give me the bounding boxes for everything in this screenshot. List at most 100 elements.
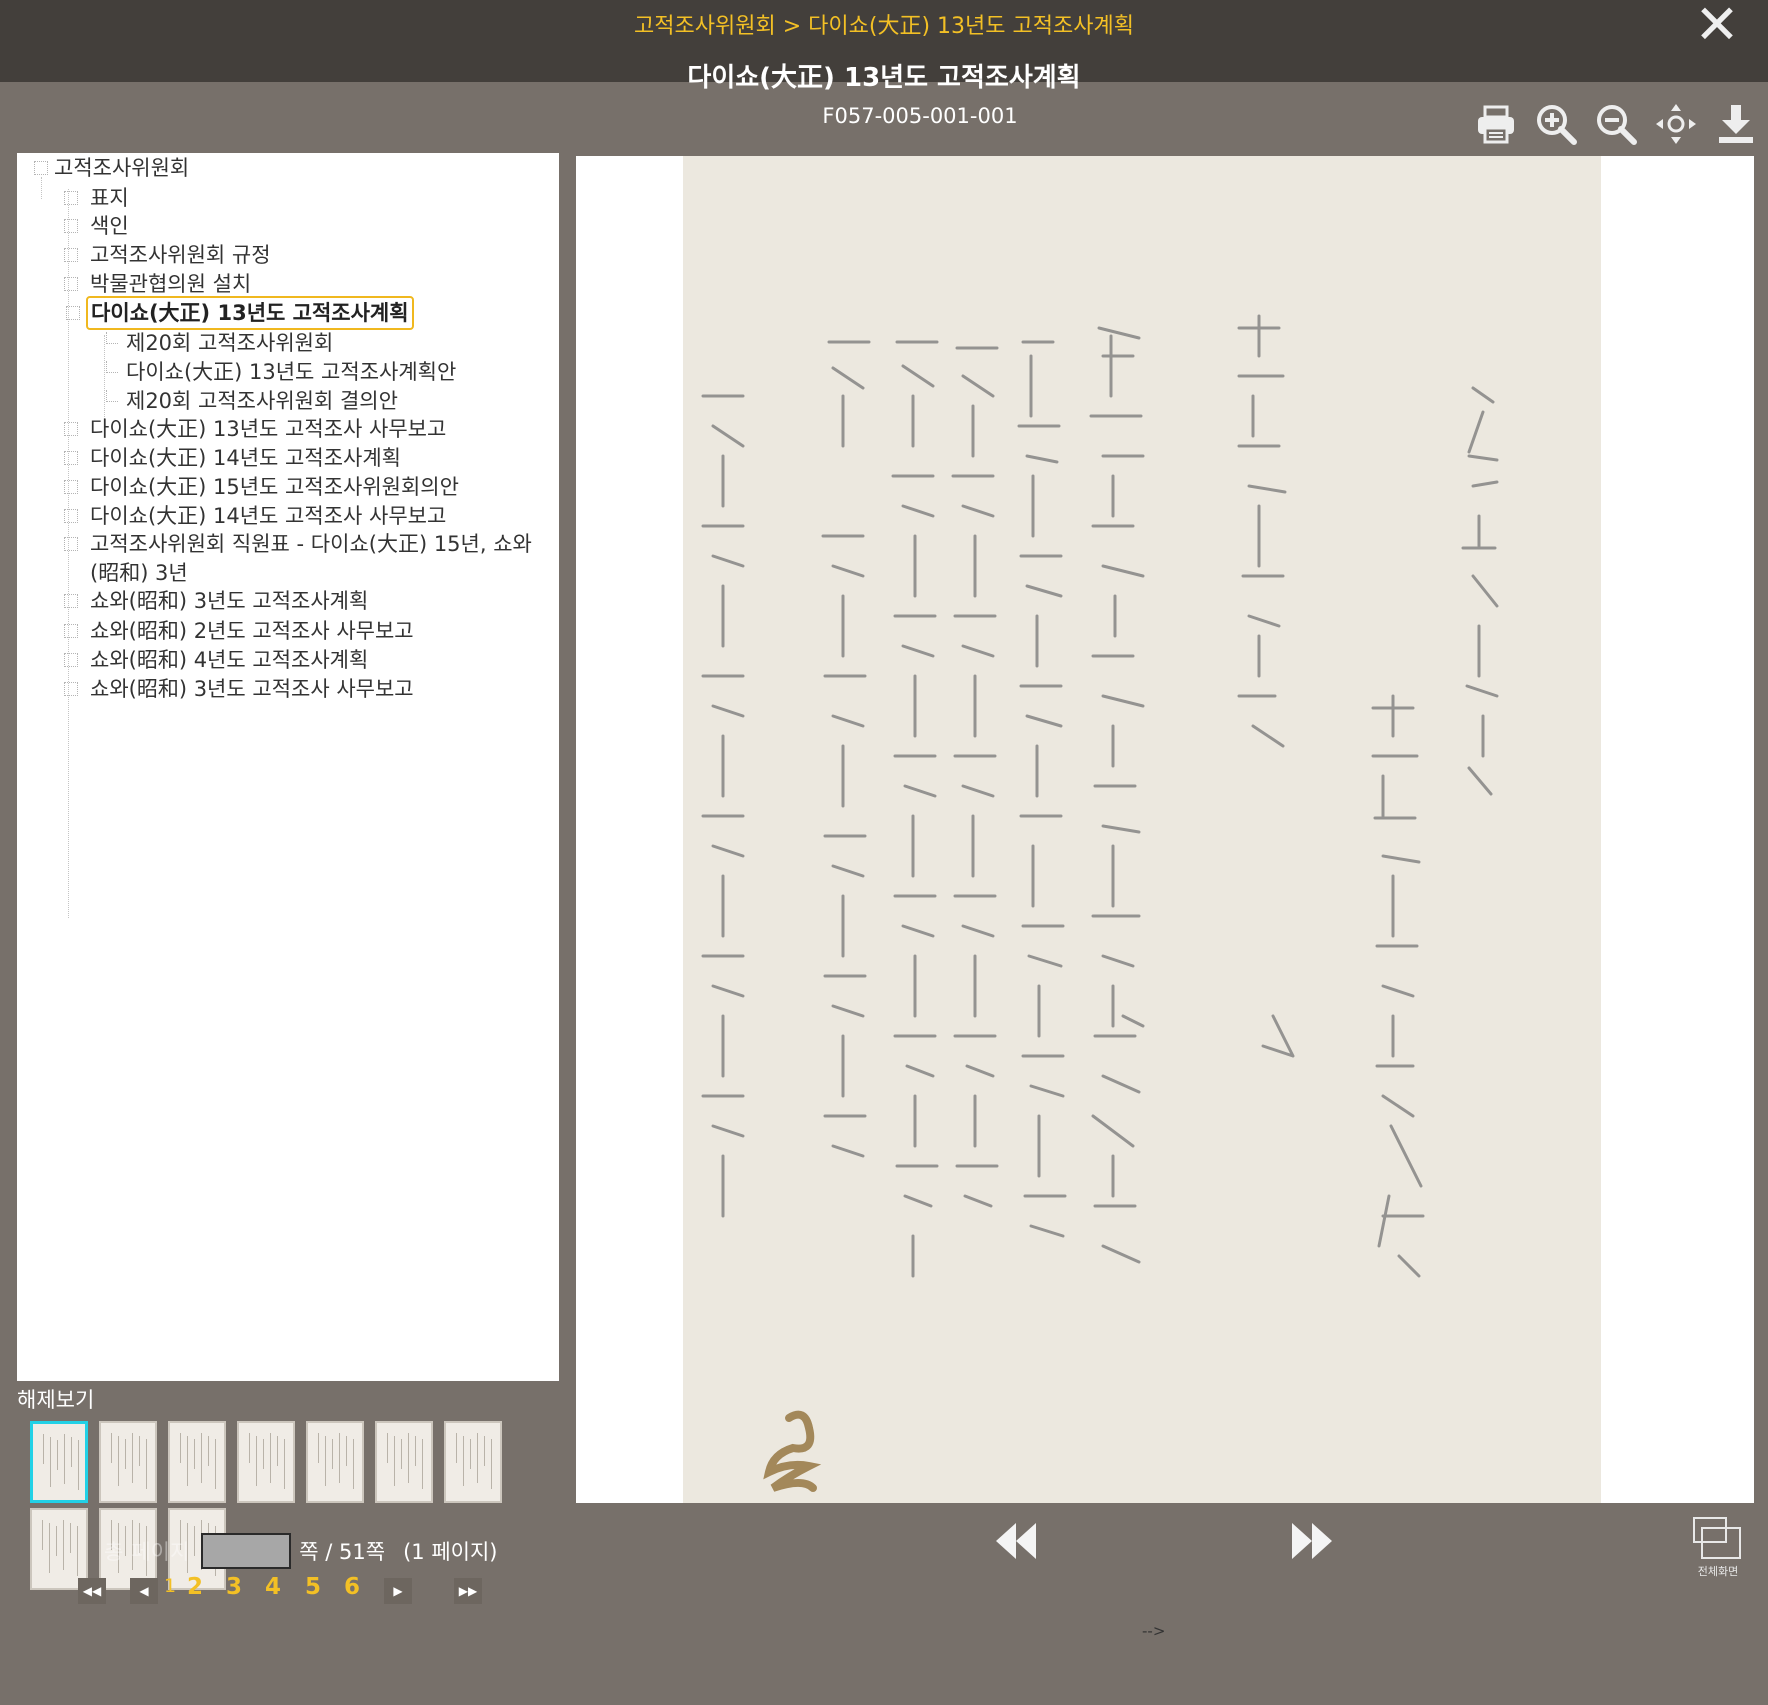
tree-item[interactable]: 쇼와(昭和) 3년도 고적조사계획 <box>64 586 368 616</box>
page-link-5[interactable]: 5 <box>305 1574 321 1600</box>
page-link-2[interactable]: 2 <box>187 1574 203 1600</box>
page-thumbnail[interactable] <box>30 1421 88 1503</box>
thumbnail-text-line <box>277 1436 278 1466</box>
page-current[interactable]: 1 <box>164 1575 176 1597</box>
tree-item[interactable]: 표지 <box>64 183 129 213</box>
tree-child-item[interactable]: 다이쇼(大正) 13년도 고적조사계획안 <box>106 357 456 387</box>
document-viewer <box>576 156 1754 1503</box>
fit-screen-icon[interactable] <box>1650 98 1702 150</box>
thumbnail-text-line <box>477 1433 478 1483</box>
tree-toggle-icon[interactable] <box>64 219 78 233</box>
tree-item[interactable]: 쇼와(昭和) 4년도 고적조사계획 <box>64 645 368 675</box>
tree-item[interactable]: 다이쇼(大正) 14년도 고적조사계획 <box>64 443 401 473</box>
tree-toggle-icon[interactable] <box>64 422 78 436</box>
tree-item-label: (昭和) 3년 <box>90 561 188 585</box>
tree-child-item[interactable]: 제20회 고적조사위원회 <box>106 328 333 358</box>
thumbnail-text-line <box>146 1439 147 1489</box>
breadcrumb[interactable]: 고적조사위원회 > 다이쇼(大正) 13년도 고적조사계획 <box>0 8 1768 40</box>
tree-toggle-icon[interactable] <box>64 682 78 696</box>
tree-item[interactable]: 다이쇼(大正) 14년도 고적조사 사무보고 <box>64 501 446 531</box>
first-page-button[interactable]: ◀◀ <box>78 1578 106 1604</box>
thumbnail-text-line <box>78 1440 79 1490</box>
tree-toggle-icon[interactable] <box>64 248 78 262</box>
tree-item[interactable]: 고적조사위원회 규정 <box>64 240 271 270</box>
tree-toggle-icon[interactable] <box>64 594 78 608</box>
thumbnail-text-line <box>415 1436 416 1466</box>
page-thumbnail[interactable] <box>237 1421 295 1503</box>
page-link-4[interactable]: 4 <box>265 1574 281 1600</box>
thumbnail-text-line <box>70 1523 71 1553</box>
thumbnail-text-line <box>63 1520 64 1570</box>
tree-toggle-icon[interactable] <box>64 537 78 551</box>
tree-item-label: 제20회 고적조사위원회 결의안 <box>126 389 398 413</box>
next-page-button[interactable]: ▶ <box>384 1578 412 1604</box>
document-tree: 고적조사위원회 표지 색인 고적조사위원회 규정 박물관협의원 설치 다이쇼(大正) 13… <box>17 153 559 1381</box>
tree-item-label: 표지 <box>90 186 129 210</box>
tree-toggle-icon[interactable] <box>66 306 80 320</box>
tree-toggle-icon[interactable] <box>64 191 78 205</box>
page-thumbnail[interactable] <box>375 1421 433 1503</box>
prev-page-button[interactable]: ◀ <box>130 1578 158 1604</box>
tree-root[interactable]: 고적조사위원회 <box>34 153 189 183</box>
fullscreen-label: 전체화면 <box>1697 1565 1739 1578</box>
thumbnail-text-line <box>484 1436 485 1466</box>
last-page-button[interactable]: ▶▶ <box>454 1578 482 1604</box>
tree-item[interactable]: 쇼와(昭和) 3년도 고적조사 사무보고 <box>64 674 414 704</box>
tree-item[interactable]: 쇼와(昭和) 2년도 고적조사 사무보고 <box>64 616 414 646</box>
thumbnail-text-line <box>325 1436 326 1486</box>
page-info: (1 페이지) <box>403 1540 498 1564</box>
zoom-in-icon[interactable] <box>1530 98 1582 150</box>
thumbnail-text-line <box>491 1439 492 1489</box>
thumbnail-text-line <box>201 1433 202 1483</box>
printer-icon[interactable] <box>1470 98 1522 150</box>
page-link-3[interactable]: 3 <box>226 1574 242 1600</box>
thumbnail-text-line <box>132 1433 133 1483</box>
page-number-input[interactable] <box>201 1533 292 1569</box>
tree-toggle-icon[interactable] <box>64 653 78 667</box>
tree-item-label: 색인 <box>90 214 129 238</box>
tree-toggle-icon[interactable] <box>34 161 48 175</box>
tree-item[interactable]: 박물관협의원 설치 <box>64 269 251 299</box>
tree-item-continuation[interactable]: (昭和) 3년 <box>90 558 188 588</box>
thumbnail-text-line <box>111 1433 112 1463</box>
tree-toggle-icon[interactable] <box>64 480 78 494</box>
page-total: 쪽 / 51쪽 <box>299 1540 386 1564</box>
tree-child-item[interactable]: 제20회 고적조사위원회 결의안 <box>106 386 398 416</box>
tree-toggle-icon[interactable] <box>64 277 78 291</box>
page-thumbnail[interactable] <box>168 1421 226 1503</box>
thumbnail-text-line <box>215 1439 216 1489</box>
tree-toggle-icon[interactable] <box>64 624 78 638</box>
tree-toggle-icon[interactable] <box>64 451 78 465</box>
thumbnail-text-line <box>284 1439 285 1489</box>
tree-connector <box>68 189 69 918</box>
fullscreen-button[interactable]: 전체화면 <box>1690 1516 1746 1580</box>
zoom-out-icon[interactable] <box>1590 98 1642 150</box>
page-link-6[interactable]: 6 <box>344 1574 360 1600</box>
tree-item-label: 다이쇼(大正) 14년도 고적조사계획 <box>90 446 401 470</box>
haeje-view-link[interactable]: 해제보기 <box>17 1384 94 1414</box>
tree-item-label: 쇼와(昭和) 3년도 고적조사 사무보고 <box>90 677 414 701</box>
thumbnail-text-line <box>346 1436 347 1466</box>
rewind-icon[interactable] <box>992 1519 1042 1563</box>
page-thumbnail[interactable] <box>306 1421 364 1503</box>
tree-item[interactable]: 색인 <box>64 211 129 241</box>
thumbnail-text-line <box>57 1440 58 1470</box>
page-thumbnail[interactable] <box>99 1421 157 1503</box>
thumbnail-text-line <box>353 1439 354 1489</box>
tree-branch-icon <box>106 361 118 373</box>
download-icon[interactable] <box>1710 98 1762 150</box>
tree-item[interactable]: 다이쇼(大正) 13년도 고적조사 사무보고 <box>64 414 446 444</box>
thumbnail-text-line <box>318 1433 319 1463</box>
close-icon[interactable]: ✕ <box>1692 0 1742 52</box>
thumbnail-text-line <box>194 1439 195 1469</box>
tree-item[interactable]: 다이쇼(大正) 13년도 고적조사계획 <box>66 296 414 330</box>
thumbnail-text-line <box>64 1434 65 1484</box>
document-scan-image[interactable] <box>683 156 1601 1503</box>
tree-toggle-icon[interactable] <box>64 509 78 523</box>
tree-item[interactable]: 고적조사위원회 직원표 - 다이쇼(大正) 15년, 쇼와 <box>64 529 532 559</box>
tree-item[interactable]: 다이쇼(大正) 15년도 고적조사위원회의안 <box>64 472 459 502</box>
page-thumbnail[interactable] <box>444 1421 502 1503</box>
thumbnail-text-line <box>118 1436 119 1486</box>
thumbnail-text-line <box>408 1433 409 1483</box>
fast-forward-icon[interactable] <box>1286 1519 1336 1563</box>
